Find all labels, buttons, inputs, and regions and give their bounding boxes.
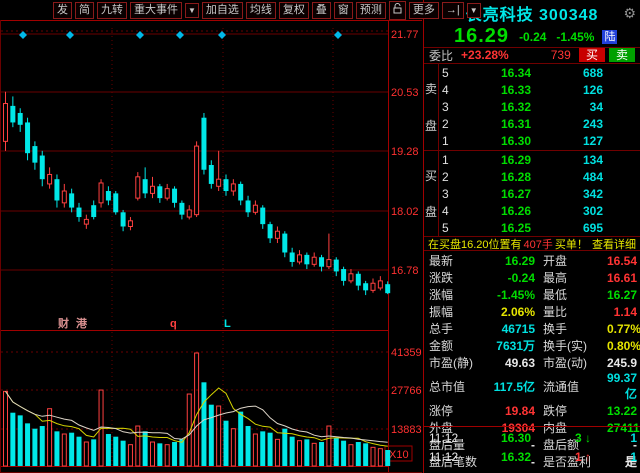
stat-row: 市盈(静)49.63市盈(动)245.9 (429, 354, 637, 371)
volume-axis-label: 27766 (391, 385, 422, 397)
ask-book: 卖盘 516.34688416.33126316.3234216.3124311… (424, 63, 640, 150)
buy-button[interactable]: 买 (579, 48, 605, 62)
toolbar-item-7[interactable]: 复权 (279, 2, 309, 19)
toolbar-item-13[interactable]: →| (442, 2, 464, 19)
weibi-value: +23.28% (461, 48, 509, 62)
toolbar-item-8[interactable]: 叠 (312, 2, 331, 19)
weibi-label: 委比 (429, 47, 453, 64)
last-price: 16.29 (454, 25, 509, 48)
notice-text-pre: 在买盘16.20位置有 (428, 236, 522, 252)
stat-row: 涨幅-1.45%最低16.27 (429, 286, 637, 303)
tick-row: 11:1216.303 ↓1 (429, 429, 637, 448)
stat-row: 振幅2.06%量比1.14 (429, 303, 637, 320)
weicha-value: 739 (551, 48, 571, 62)
toolbar-item-14[interactable]: ▼ (467, 3, 481, 18)
price-axis-label: 20.53 (391, 87, 419, 99)
volume-axis-label: 41359 (391, 347, 422, 359)
event-markers: 财港 q L (57, 316, 231, 330)
diamond-icon (334, 31, 342, 39)
stat-row: 总市值117.5亿流通值99.37亿 (429, 371, 637, 402)
ask-rows: 516.34688416.33126316.3234216.31243116.3… (439, 64, 640, 150)
grid-lines: 21.77 20.53 19.28 18.02 16.78 41359 27766 13883 (1, 28, 422, 466)
event-marker: q (170, 318, 177, 330)
svg-text:X10: X10 (389, 449, 409, 461)
bid-side-label: 买盘 (424, 151, 439, 236)
bid-row[interactable]: 116.29134 (439, 151, 640, 168)
price-row: 16.29 -0.24 -1.45% 陆 (424, 26, 640, 48)
toolbar-item-4[interactable]: ▼ (185, 3, 199, 18)
price-change: -0.24 (519, 30, 546, 44)
diamond-icon (19, 31, 27, 39)
ask-row[interactable]: 516.34688 (439, 64, 640, 81)
stat-row: 最新16.29开盘16.54 (429, 252, 637, 269)
event-marker: 港 (76, 316, 88, 330)
stat-row: 涨跌-0.24最高16.61 (429, 269, 637, 286)
ask-row[interactable]: 116.30127 (439, 133, 640, 150)
diamond-markers (19, 31, 342, 39)
volume-ma-lines (6, 388, 388, 446)
toolbar-item-9[interactable]: 窗 (334, 2, 353, 19)
ask-row[interactable]: 216.31243 (439, 116, 640, 133)
notice-text-post: 买单！ (555, 236, 588, 252)
bid-row[interactable]: 216.28484 (439, 168, 640, 185)
notice-hands: 407手 (524, 236, 553, 252)
weibi-row: 委比 +23.28% 739 买 卖 (424, 48, 640, 62)
stock-app-window: 21.77 20.53 19.28 18.02 16.78 41359 27766 13883… (0, 0, 640, 473)
stat-row: 涨停19.84跌停13.22 (429, 402, 637, 419)
chart-toolbar: 发简九转重大事件▼加自选均线复权叠窗预测更多→|▼ (53, 1, 481, 19)
sell-button[interactable]: 卖 (609, 48, 635, 62)
event-marker: 财 (57, 316, 69, 330)
ask-row[interactable]: 416.33126 (439, 81, 640, 98)
stats-grid: 最新16.29开盘16.54涨跌-0.24最高16.61涨幅-1.45%最低16… (424, 252, 640, 425)
toolbar-item-3[interactable]: 重大事件 (130, 2, 182, 19)
toolbar-item-12[interactable]: 更多 (409, 2, 439, 19)
diamond-icon (136, 31, 144, 39)
price-axis-label: 16.78 (391, 265, 419, 277)
price-axis-label: 19.28 (391, 146, 419, 158)
candlestick-series (4, 92, 391, 295)
toolbar-item-5[interactable]: 加自选 (202, 2, 243, 19)
quote-panel: R 长亮科技 300348 ⚙ 16.29 -0.24 -1.45% 陆 委比 … (423, 0, 640, 473)
diamond-icon (176, 31, 184, 39)
bid-row[interactable]: 416.26302 (439, 202, 640, 219)
event-marker: L (224, 318, 231, 330)
toolbar-item-10[interactable]: 预测 (356, 2, 386, 19)
price-axis-label: 21.77 (391, 29, 419, 41)
price-change-percent: -1.45% (556, 30, 594, 44)
diamond-icon (218, 31, 226, 39)
stat-row: 金额7631万换手(实)0.80% (429, 337, 637, 354)
lock-icon[interactable] (389, 1, 406, 20)
toolbar-item-2[interactable]: 九转 (97, 2, 127, 19)
toolbar-item-6[interactable]: 均线 (246, 2, 276, 19)
diamond-icon (66, 31, 74, 39)
view-detail-link[interactable]: 查看详细 (592, 236, 636, 252)
market-badge: 陆 (602, 30, 617, 44)
toolbar-item-1[interactable]: 简 (75, 2, 94, 19)
bid-row[interactable]: 316.27342 (439, 185, 640, 202)
price-axis-label: 18.02 (391, 206, 419, 218)
large-order-notice: 在买盘16.20位置有 407手 买单！ 查看详细 (424, 236, 640, 251)
tick-list: 11:1216.303 ↓111:1216.321 ↑1 (424, 426, 640, 466)
stat-row: 总手46715换手0.77% (429, 320, 637, 337)
chart-canvas[interactable]: 21.77 20.53 19.28 18.02 16.78 41359 27766 13883… (0, 0, 422, 473)
gear-icon[interactable]: ⚙ (620, 5, 636, 22)
ask-row[interactable]: 316.3234 (439, 98, 640, 115)
toolbar-item-0[interactable]: 发 (53, 2, 72, 19)
tick-row: 11:1216.321 ↑1 (429, 448, 637, 467)
volume-series (4, 353, 391, 466)
bid-rows: 116.29134216.28484316.27342416.26302516.… (439, 151, 640, 236)
volume-axis-label: 13883 (391, 424, 422, 436)
bid-book: 买盘 116.29134216.28484316.27342416.263025… (424, 150, 640, 236)
bid-row[interactable]: 516.25695 (439, 219, 640, 236)
ask-side-label: 卖盘 (424, 64, 439, 150)
